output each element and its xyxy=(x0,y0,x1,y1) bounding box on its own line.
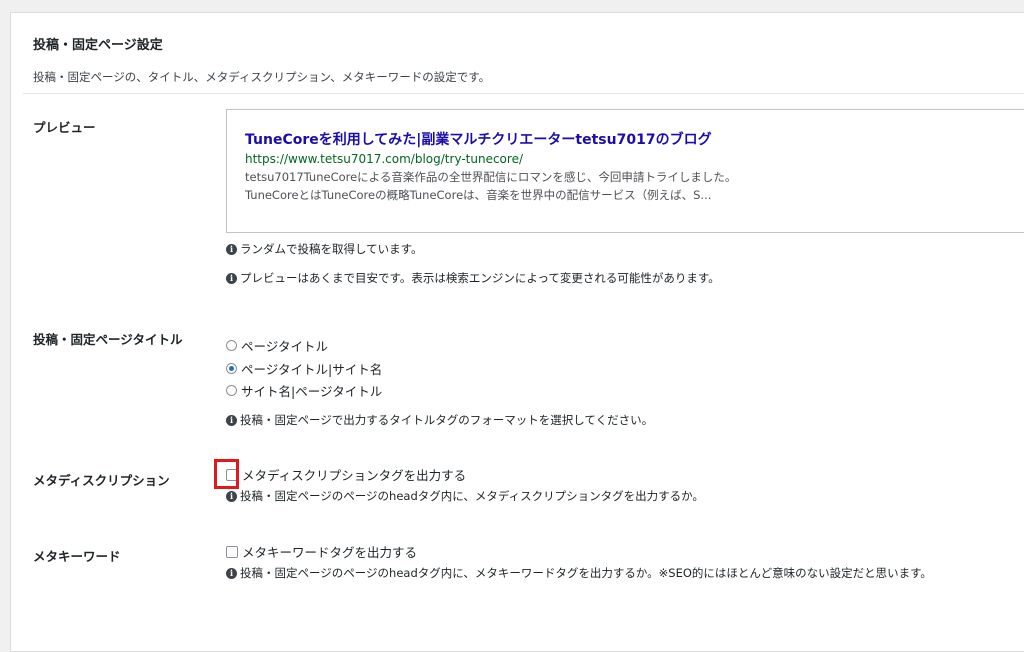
meta-description-note: i 投稿・固定ページのページのheadタグ内に、メタディスクリプションタグを出力… xyxy=(226,488,704,504)
preview-url: https://www.tetsu7017.com/blog/try-tunec… xyxy=(245,152,523,166)
section-divider xyxy=(23,93,1024,94)
checkbox-label[interactable]: メタキーワードタグを出力する xyxy=(242,542,417,561)
meta-keywords-option[interactable]: メタキーワードタグを出力する xyxy=(226,542,417,561)
radio-button[interactable] xyxy=(226,340,237,351)
radio-label[interactable]: ページタイトル xyxy=(241,336,328,355)
checkbox-label[interactable]: メタディスクリプションタグを出力する xyxy=(242,465,466,484)
title-setting-label: 投稿・固定ページタイトル xyxy=(33,332,183,347)
note-text: 投稿・固定ページのページのheadタグ内に、メタキーワードタグを出力するか。※S… xyxy=(240,566,932,580)
preview-label: プレビュー xyxy=(33,120,96,135)
info-circle-icon: i xyxy=(226,272,237,284)
radio-label[interactable]: サイト名|ページタイトル xyxy=(241,381,382,400)
info-circle-icon: i xyxy=(226,414,237,426)
meta-description-option[interactable]: メタディスクリプションタグを出力する xyxy=(226,465,466,484)
note-text: 投稿・固定ページで出力するタイトルタグのフォーマットを選択してください。 xyxy=(240,413,654,427)
highlight-box xyxy=(214,459,239,489)
info-circle-icon: i xyxy=(226,243,237,255)
info-circle-icon: i xyxy=(226,567,237,579)
note-text: 投稿・固定ページのページのheadタグ内に、メタディスクリプションタグを出力する… xyxy=(240,489,704,503)
note-text: プレビューはあくまで目安です。表示は検索エンジンによって変更される可能性がありま… xyxy=(240,271,720,285)
radio-button-checked[interactable] xyxy=(226,363,237,374)
section-description: 投稿・固定ページの、タイトル、メタディスクリプション、メタキーワードの設定です。 xyxy=(33,70,491,84)
meta-keywords-checkbox[interactable] xyxy=(226,545,238,558)
preview-note-random: i ランダムで投稿を取得しています。 xyxy=(226,241,423,257)
radio-page-title-site-name[interactable]: ページタイトル|サイト名 xyxy=(226,359,382,378)
radio-button[interactable] xyxy=(226,385,237,396)
radio-label[interactable]: ページタイトル|サイト名 xyxy=(241,359,382,378)
info-circle-icon: i xyxy=(226,490,237,502)
meta-keywords-note: i 投稿・固定ページのページのheadタグ内に、メタキーワードタグを出力するか。… xyxy=(226,565,932,581)
section-title: 投稿・固定ページ設定 xyxy=(33,38,163,53)
radio-site-name-page-title[interactable]: サイト名|ページタイトル xyxy=(226,381,382,400)
meta-keywords-label: メタキーワード xyxy=(33,549,121,564)
search-preview-box: TuneCoreを利用してみた|副業マルチクリエーターtetsu7017のブログ… xyxy=(226,109,1024,233)
radio-page-title[interactable]: ページタイトル xyxy=(226,336,328,355)
preview-title[interactable]: TuneCoreを利用してみた|副業マルチクリエーターtetsu7017のブログ xyxy=(245,129,712,149)
preview-description: tetsu7017TuneCoreによる音楽作品の全世界配信にロマンを感じ、今回… xyxy=(245,170,737,202)
settings-panel: 投稿・固定ページ設定 投稿・固定ページの、タイトル、メタディスクリプション、メタ… xyxy=(10,12,1024,652)
note-text: ランダムで投稿を取得しています。 xyxy=(240,242,423,256)
preview-note-estimate: i プレビューはあくまで目安です。表示は検索エンジンによって変更される可能性があ… xyxy=(226,270,720,286)
title-format-note: i 投稿・固定ページで出力するタイトルタグのフォーマットを選択してください。 xyxy=(226,412,653,428)
meta-description-label: メタディスクリプション xyxy=(33,473,170,488)
